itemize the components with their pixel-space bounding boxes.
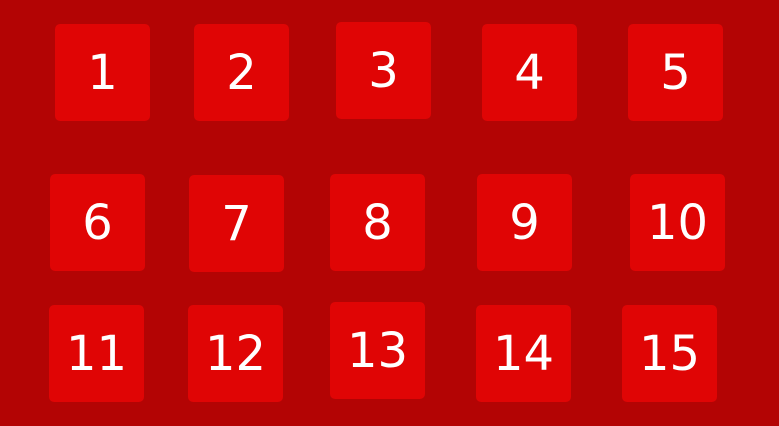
tile-label: 3 <box>368 42 399 99</box>
tile-7[interactable]: 7 <box>189 175 284 272</box>
tile-label: 10 <box>646 194 709 251</box>
tile-1[interactable]: 1 <box>55 24 150 121</box>
tile-15[interactable]: 15 <box>622 305 717 402</box>
tile-5[interactable]: 5 <box>628 24 723 121</box>
tile-4[interactable]: 4 <box>482 24 577 121</box>
tile-label: 12 <box>204 325 267 382</box>
tile-13[interactable]: 13 <box>330 302 425 399</box>
tile-label: 6 <box>82 194 113 251</box>
tile-label: 5 <box>660 44 691 101</box>
tile-label: 1 <box>87 44 118 101</box>
tile-label: 13 <box>346 322 409 379</box>
tile-label: 11 <box>65 325 128 382</box>
tile-9[interactable]: 9 <box>477 174 572 271</box>
tile-label: 4 <box>514 44 545 101</box>
tile-label: 7 <box>221 195 252 252</box>
number-tile-board: 1 2 3 4 5 6 7 8 9 10 11 12 13 14 15 <box>0 0 779 426</box>
tile-2[interactable]: 2 <box>194 24 289 121</box>
tile-11[interactable]: 11 <box>49 305 144 402</box>
tile-14[interactable]: 14 <box>476 305 571 402</box>
tile-3[interactable]: 3 <box>336 22 431 119</box>
tile-label: 15 <box>638 325 701 382</box>
tile-label: 9 <box>509 194 540 251</box>
tile-label: 8 <box>362 194 393 251</box>
tile-label: 2 <box>226 44 257 101</box>
tile-12[interactable]: 12 <box>188 305 283 402</box>
tile-10[interactable]: 10 <box>630 174 725 271</box>
tile-label: 14 <box>492 325 555 382</box>
tile-8[interactable]: 8 <box>330 174 425 271</box>
tile-6[interactable]: 6 <box>50 174 145 271</box>
